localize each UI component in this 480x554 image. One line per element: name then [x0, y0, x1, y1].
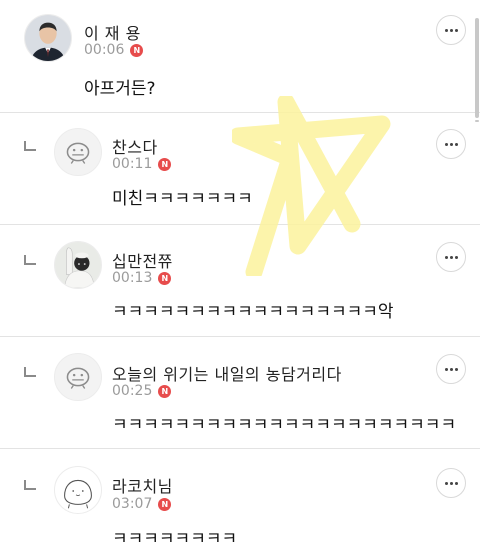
comment-item: 이 재 용 00:06 N 아프거든? [0, 0, 480, 112]
more-dot [454, 142, 458, 146]
reply-item: 라코치님 03:07 N ㅋㅋㅋㅋㅋㅋㅋㅋ [0, 449, 480, 554]
comment-time: 00:11 [112, 156, 153, 172]
more-dot [454, 481, 458, 485]
reply-item: 오늘의 위기는 내일의 농담거리다 00:25 N ㅋㅋㅋㅋㅋㅋㅋㅋㅋㅋㅋㅋㅋㅋ… [0, 337, 480, 448]
comment-text: 아프거든? [84, 79, 156, 99]
more-options-button[interactable] [436, 242, 466, 272]
comment-meta: 00:06 N [84, 42, 144, 58]
more-options-button[interactable] [436, 354, 466, 384]
more-dot [454, 367, 458, 371]
comment-text: ㅋㅋㅋㅋㅋㅋㅋㅋㅋㅋㅋㅋㅋㅋㅋㅋㅋ악 [112, 302, 394, 322]
more-dot [454, 255, 458, 259]
comment-nickname[interactable]: 찬스다 [112, 134, 158, 158]
drawn-face-icon [55, 467, 101, 513]
comment-nickname[interactable]: 라코치님 [112, 473, 173, 497]
more-options-icon [444, 28, 448, 32]
default-mascot-icon [55, 354, 101, 400]
more-options-button[interactable] [436, 468, 466, 498]
more-options-icon [444, 142, 448, 146]
scrollbar-thumb[interactable] [475, 18, 479, 118]
reply-arrow-icon [24, 141, 36, 151]
avatar-person-photo[interactable] [24, 14, 72, 62]
new-badge-icon: N [158, 271, 172, 285]
more-options-button[interactable] [436, 129, 466, 159]
comment-text: 미친ㅋㅋㅋㅋㅋㅋㅋ [112, 189, 253, 209]
more-options-icon [444, 255, 448, 259]
comment-meta: 00:13 N [112, 270, 172, 286]
reply-item: 십만전쮸 00:13 N ㅋㅋㅋㅋㅋㅋㅋㅋㅋㅋㅋㅋㅋㅋㅋㅋㅋ악 [0, 225, 480, 336]
default-mascot-icon [55, 129, 101, 175]
more-dot [449, 142, 453, 146]
comment-thread: 이 재 용 00:06 N 아프거든? 찬스다 00:11 N 미친ㅋㅋㅋㅋㅋㅋ… [0, 0, 480, 554]
new-badge-icon: N [158, 497, 172, 511]
more-dot [449, 481, 453, 485]
avatar-raised-arm-photo[interactable] [54, 241, 102, 289]
raised-arm-photo-icon [55, 242, 101, 288]
reply-arrow-icon [24, 480, 36, 490]
more-options-button[interactable] [436, 15, 466, 45]
scrollbar-thumb[interactable] [475, 120, 479, 122]
comment-nickname[interactable]: 오늘의 위기는 내일의 농담거리다 [112, 361, 342, 385]
new-badge-icon: N [158, 384, 172, 398]
more-options-icon [444, 481, 448, 485]
comment-time: 00:13 [112, 270, 153, 286]
more-dot [454, 28, 458, 32]
new-badge-icon: N [130, 43, 144, 57]
reply-arrow-icon [24, 255, 36, 265]
comment-meta: 00:25 N [112, 383, 172, 399]
comment-nickname[interactable]: 이 재 용 [84, 20, 141, 44]
comment-meta: 00:11 N [112, 156, 172, 172]
avatar-drawn-face[interactable] [54, 466, 102, 514]
comment-time: 00:06 [84, 42, 125, 58]
comment-nickname[interactable]: 십만전쮸 [112, 248, 173, 272]
more-dot [449, 367, 453, 371]
more-options-icon [444, 367, 448, 371]
person-photo-icon [25, 15, 71, 61]
comment-meta: 03:07 N [112, 496, 172, 512]
reply-arrow-icon [24, 367, 36, 377]
avatar-default[interactable] [54, 353, 102, 401]
comment-text: ㅋㅋㅋㅋㅋㅋㅋㅋㅋㅋㅋㅋㅋㅋㅋㅋㅋㅋㅋㅋㅋㅋ [112, 415, 457, 435]
new-badge-icon: N [158, 157, 172, 171]
more-dot [449, 255, 453, 259]
comment-time: 03:07 [112, 496, 153, 512]
reply-item: 찬스다 00:11 N 미친ㅋㅋㅋㅋㅋㅋㅋ [0, 113, 480, 224]
more-dot [449, 28, 453, 32]
avatar-default[interactable] [54, 128, 102, 176]
comment-time: 00:25 [112, 383, 153, 399]
comment-text: ㅋㅋㅋㅋㅋㅋㅋㅋ [112, 529, 238, 549]
